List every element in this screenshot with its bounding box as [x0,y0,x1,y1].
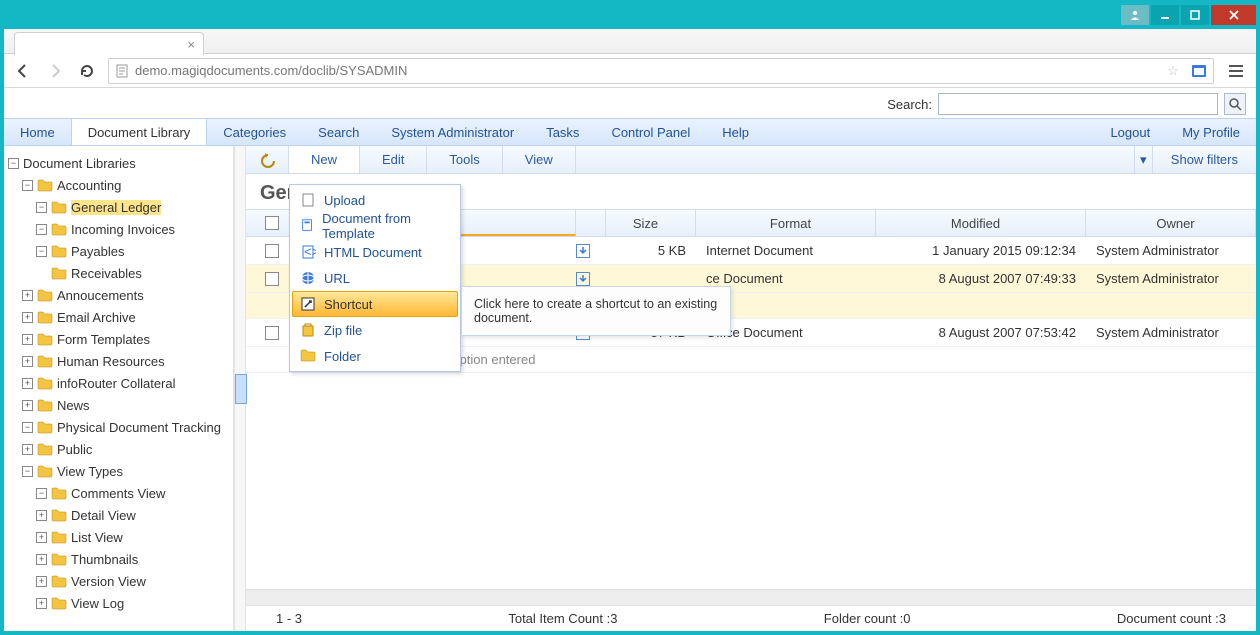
titlebar-minimize-button[interactable] [1151,5,1179,25]
menubar-help[interactable]: Help [706,119,765,145]
bookmark-star-icon[interactable]: ☆ [1167,63,1179,79]
new-menu-item[interactable]: <>HTML Document [292,239,458,265]
tree-root[interactable]: − Document Libraries [8,152,229,174]
footer-docs: Document count :3 [1117,611,1226,626]
nav-reload-button[interactable] [76,60,98,82]
tree-item[interactable]: +Form Templates [8,328,229,350]
toolbar: New Edit Tools View ▾ Show filters [246,146,1256,174]
titlebar-user-button[interactable] [1121,5,1149,25]
pageview-icon[interactable] [1191,64,1207,78]
url-text: demo.magiqdocuments.com/doclib/SYSADMIN [135,63,407,78]
tree-item[interactable]: +Version View [8,570,229,592]
url-box[interactable]: demo.magiqdocuments.com/doclib/SYSADMIN … [108,58,1214,84]
status-footer: 1 - 3 Total Item Count :3 Folder count :… [246,605,1256,631]
new-menu-item[interactable]: Document from Template [292,213,458,239]
tree-item[interactable]: +View Log [8,592,229,614]
toolbar-back-button[interactable] [246,146,289,173]
grid-header-format[interactable]: Format [696,210,876,236]
footer-range: 1 - 3 [276,611,302,626]
search-label: Search: [887,97,932,112]
tree-item[interactable]: +News [8,394,229,416]
search-input[interactable] [938,93,1218,115]
row-checkbox[interactable] [265,326,279,340]
tree-item[interactable]: +Detail View [8,504,229,526]
tree-item[interactable]: +infoRouter Collateral [8,372,229,394]
new-menu-item[interactable]: Upload [292,187,458,213]
menubar-tasks[interactable]: Tasks [530,119,595,145]
tree-item[interactable]: +Thumbnails [8,548,229,570]
titlebar-close-button[interactable] [1211,5,1256,25]
footer-folders: Folder count :0 [824,611,911,626]
toolbar-show-filters[interactable]: Show filters [1152,146,1256,173]
toolbar-new[interactable]: New [289,146,360,173]
row-checkbox[interactable] [265,244,279,258]
tree-item[interactable]: +List View [8,526,229,548]
menubar-document-library[interactable]: Document Library [71,119,208,145]
menubar-search[interactable]: Search [302,119,375,145]
new-menu-item[interactable]: Folder [292,343,458,369]
grid-header-modified[interactable]: Modified [876,210,1086,236]
download-icon[interactable] [576,272,590,286]
tree-item[interactable]: −Accounting [8,174,229,196]
new-menu-dropdown: UploadDocument from Template<>HTML Docum… [289,184,461,372]
download-icon[interactable] [576,244,590,258]
app-menubar: Home Document Library Categories Search … [4,118,1256,146]
tree-item[interactable]: +Annoucements [8,284,229,306]
grid-header-owner[interactable]: Owner [1086,210,1256,236]
tree-item[interactable]: −Incoming Invoices [8,218,229,240]
tree-item[interactable]: −General Ledger [8,196,229,218]
menubar-categories[interactable]: Categories [207,119,302,145]
tree-item[interactable]: +Public [8,438,229,460]
page-icon [115,64,129,78]
new-menu-item[interactable]: Shortcut [292,291,458,317]
menu-item-icon [300,192,316,208]
menubar-logout[interactable]: Logout [1094,119,1166,145]
tree-item[interactable]: −Comments View [8,482,229,504]
tree-item[interactable]: +Email Archive [8,306,229,328]
grid-header-size[interactable]: Size [606,210,696,236]
splitter[interactable] [234,146,246,631]
footer-total: Total Item Count :3 [508,611,617,626]
browser-tab[interactable]: × [14,32,204,55]
browser-menu-button[interactable] [1224,59,1248,83]
menu-item-icon: <> [300,244,316,260]
search-go-button[interactable] [1224,93,1246,115]
browser-navbar: demo.magiqdocuments.com/doclib/SYSADMIN … [4,54,1256,88]
menu-item-icon [300,296,316,312]
menubar-system-administrator[interactable]: System Administrator [375,119,530,145]
toolbar-dropdown-icon[interactable]: ▾ [1134,146,1152,173]
toolbar-view[interactable]: View [503,146,576,173]
tab-close-icon[interactable]: × [187,37,195,52]
browser-tabstrip: × [4,29,1256,54]
toolbar-tools[interactable]: Tools [427,146,502,173]
tree-item[interactable]: −View Types [8,460,229,482]
toolbar-edit[interactable]: Edit [360,146,427,173]
row-checkbox[interactable] [265,272,279,286]
tree-item[interactable]: −Physical Document Tracking [8,416,229,438]
new-menu-item[interactable]: URL [292,265,458,291]
new-menu-item[interactable]: Zip file [292,317,458,343]
tooltip: Click here to create a shortcut to an ex… [461,286,731,336]
workspace: − Document Libraries −Accounting−General… [4,146,1256,631]
app-root: Search: Home Document Library Categories… [4,88,1256,631]
menu-item-icon [300,348,316,364]
menubar-my-profile[interactable]: My Profile [1166,119,1256,145]
menu-item-icon [300,270,316,286]
titlebar-maximize-button[interactable] [1181,5,1209,25]
tree-item[interactable]: +Human Resources [8,350,229,372]
horizontal-scrollbar[interactable] [246,589,1256,605]
svg-text:<>: <> [304,244,316,259]
window-titlebar [2,2,1258,27]
search-bar: Search: [4,88,1256,118]
tree-item[interactable]: −Payables [8,240,229,262]
menubar-control-panel[interactable]: Control Panel [595,119,706,145]
menu-item-icon [300,218,314,234]
menu-item-icon [300,322,316,338]
tree-item[interactable]: Receivables [8,262,229,284]
nav-forward-button[interactable] [44,60,66,82]
sidebar: − Document Libraries −Accounting−General… [4,146,234,631]
tree-view: − Document Libraries −Accounting−General… [4,146,233,620]
menubar-home[interactable]: Home [4,119,71,145]
nav-back-button[interactable] [12,60,34,82]
